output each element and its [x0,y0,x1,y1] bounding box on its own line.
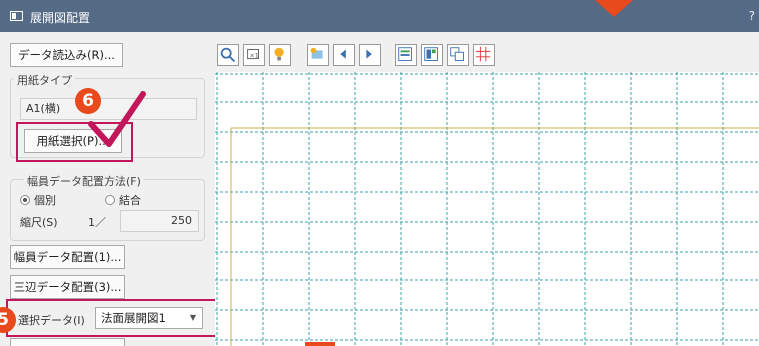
left-panel: データ読込み(R)... 用紙タイプ A1(横) 用紙選択(P)... 幅員デー… [0,32,229,346]
selected-data-select[interactable]: 法面展開図1 ▼ [95,307,203,329]
copy-icon[interactable] [447,44,469,66]
checkmark-icon [88,91,146,147]
radio-combine-label: 結合 [119,194,141,207]
scale-label: 縮尺(S) [20,216,58,229]
scale-prefix: 1／ [88,216,106,229]
prev-icon[interactable] [333,44,355,66]
selected-data-value: 法面展開図1 [101,311,166,325]
radio-combine[interactable] [105,195,115,205]
app-icon [10,11,23,21]
cut-off-button[interactable] [10,338,125,346]
radio-individual[interactable] [20,195,30,205]
pan-icon[interactable] [307,44,329,66]
window-title: 展開図配置 [30,11,91,25]
svg-text:×1: ×1 [249,53,258,60]
grid-icon[interactable] [473,44,495,66]
layout-canvas[interactable] [215,72,759,346]
fit-icon[interactable]: ×1 [243,44,265,66]
zoom-icon[interactable] [217,44,239,66]
chevron-down-icon: ▼ [189,313,196,322]
scale-input[interactable]: 250 [120,210,199,232]
width-data-place-button[interactable]: 幅員データ配置(1)... [10,245,125,269]
title-bar: 展開図配置 ? [0,0,759,32]
layout-icon[interactable] [421,44,443,66]
canvas-grid [215,72,759,346]
side-data-place-button[interactable]: 三辺データ配置(3)... [10,275,125,299]
data-load-button[interactable]: データ読込み(R)... [10,43,123,67]
next-icon[interactable] [359,44,381,66]
pointer-marker-icon [595,0,633,17]
selected-data-label: 選択データ(I) [18,314,85,327]
list-icon[interactable] [395,44,417,66]
paper-type-label: 用紙タイプ [14,72,75,88]
layout-method-label: 幅員データ配置方法(F) [24,173,144,189]
lightbulb-icon[interactable] [269,44,291,66]
radio-individual-label: 個別 [34,194,56,207]
help-button[interactable]: ? [749,9,755,23]
canvas-toolbar: ×1 [215,32,759,72]
